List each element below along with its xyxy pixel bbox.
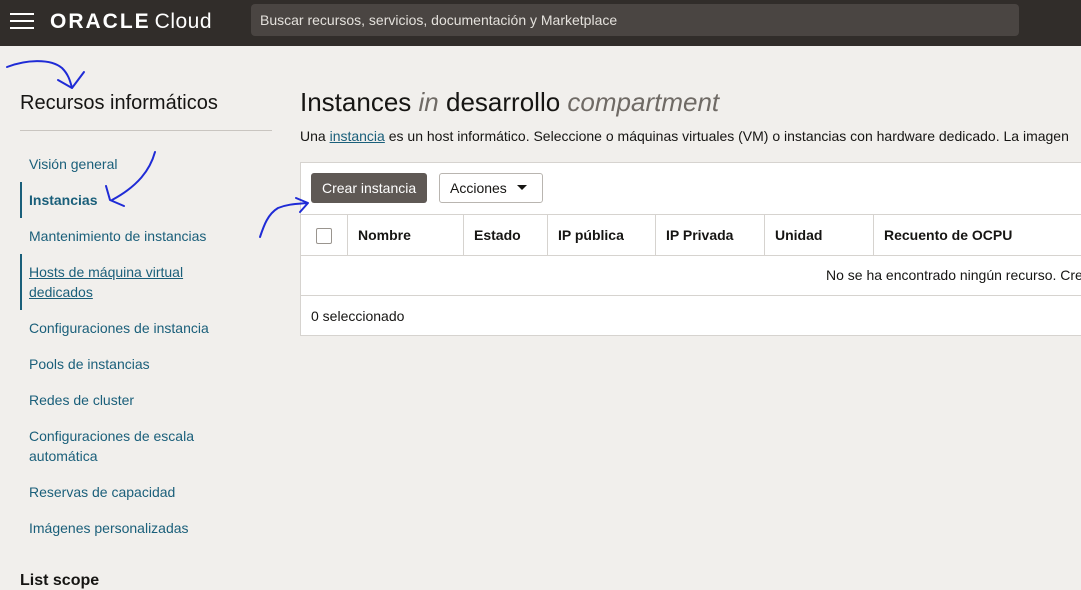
instances-table-panel: Crear instancia Acciones Nombre Estado I… — [300, 162, 1081, 336]
sidebar-item-instance-configurations[interactable]: Configuraciones de instancia — [20, 310, 272, 346]
page-title: Instances in desarrollo compartment — [300, 86, 719, 118]
page-title-prefix: Instances — [300, 87, 412, 117]
column-header-state[interactable]: Estado — [463, 215, 547, 255]
search-input[interactable]: Buscar recursos, servicios, documentació… — [251, 4, 1019, 36]
actions-dropdown[interactable]: Acciones — [439, 173, 543, 203]
page-description: Una instancia es un host informático. Se… — [300, 127, 1069, 145]
top-bar: ORACLE Cloud Buscar recursos, servicios, … — [0, 0, 1081, 46]
caret-down-icon — [517, 185, 527, 190]
list-scope-heading: List scope — [20, 572, 100, 589]
desc-start: Una — [300, 128, 330, 144]
page-title-in: in — [418, 87, 439, 117]
sidebar-title: Recursos informáticos — [20, 92, 218, 114]
empty-table-message: No se ha encontrado ningún recurso. Cre — [826, 267, 1081, 283]
logo-product: Cloud — [154, 10, 213, 33]
sidebar-divider — [20, 130, 272, 131]
page-title-suffix: compartment — [567, 87, 720, 117]
logo-brand: ORACLE — [50, 10, 151, 33]
sidebar-item-cluster-networks[interactable]: Redes de cluster — [20, 382, 272, 418]
sidebar-item-capacity-reservations[interactable]: Reservas de capacidad — [20, 474, 272, 510]
table-header: Nombre Estado IP pública IP Privada Unid… — [301, 214, 1081, 256]
sidebar-item-dedicated-vm-hosts[interactable]: Hosts de máquina virtual dedicados — [20, 254, 209, 310]
sidebar-item-instance-pools[interactable]: Pools de instancias — [20, 346, 272, 382]
instance-doc-link[interactable]: instancia — [330, 128, 385, 144]
table-footer-divider — [301, 295, 1081, 296]
sidebar-item-overview[interactable]: Visión general — [20, 146, 272, 182]
menu-icon[interactable] — [10, 13, 34, 31]
sidebar-nav: Visión general Instancias Mantenimiento … — [20, 146, 272, 546]
sidebar-item-autoscaling-configurations[interactable]: Configuraciones de escala automática — [20, 418, 214, 474]
selected-count: 0 seleccionado — [311, 308, 405, 324]
sidebar-item-custom-images[interactable]: Imágenes personalizadas — [20, 510, 272, 546]
desc-rest: es un host informático. Seleccione o máq… — [384, 128, 1069, 144]
column-header-private-ip[interactable]: IP Privada — [655, 215, 764, 255]
create-instance-button[interactable]: Crear instancia — [311, 173, 428, 203]
select-all-checkbox[interactable] — [316, 228, 332, 244]
sidebar-item-instance-maintenance[interactable]: Mantenimiento de instancias — [20, 218, 272, 254]
actions-label: Acciones — [450, 180, 507, 196]
compartment-name: desarrollo — [446, 87, 561, 117]
sidebar-item-instances[interactable]: Instancias — [20, 182, 272, 218]
column-header-public-ip[interactable]: IP pública — [547, 215, 655, 255]
column-header-ocpu-count[interactable]: Recuento de OCPU — [873, 215, 1081, 255]
column-header-shape[interactable]: Unidad — [764, 215, 873, 255]
column-header-name[interactable]: Nombre — [347, 215, 463, 255]
oracle-cloud-logo[interactable]: ORACLE Cloud — [50, 9, 212, 35]
annotation-arrow-title — [6, 60, 85, 89]
